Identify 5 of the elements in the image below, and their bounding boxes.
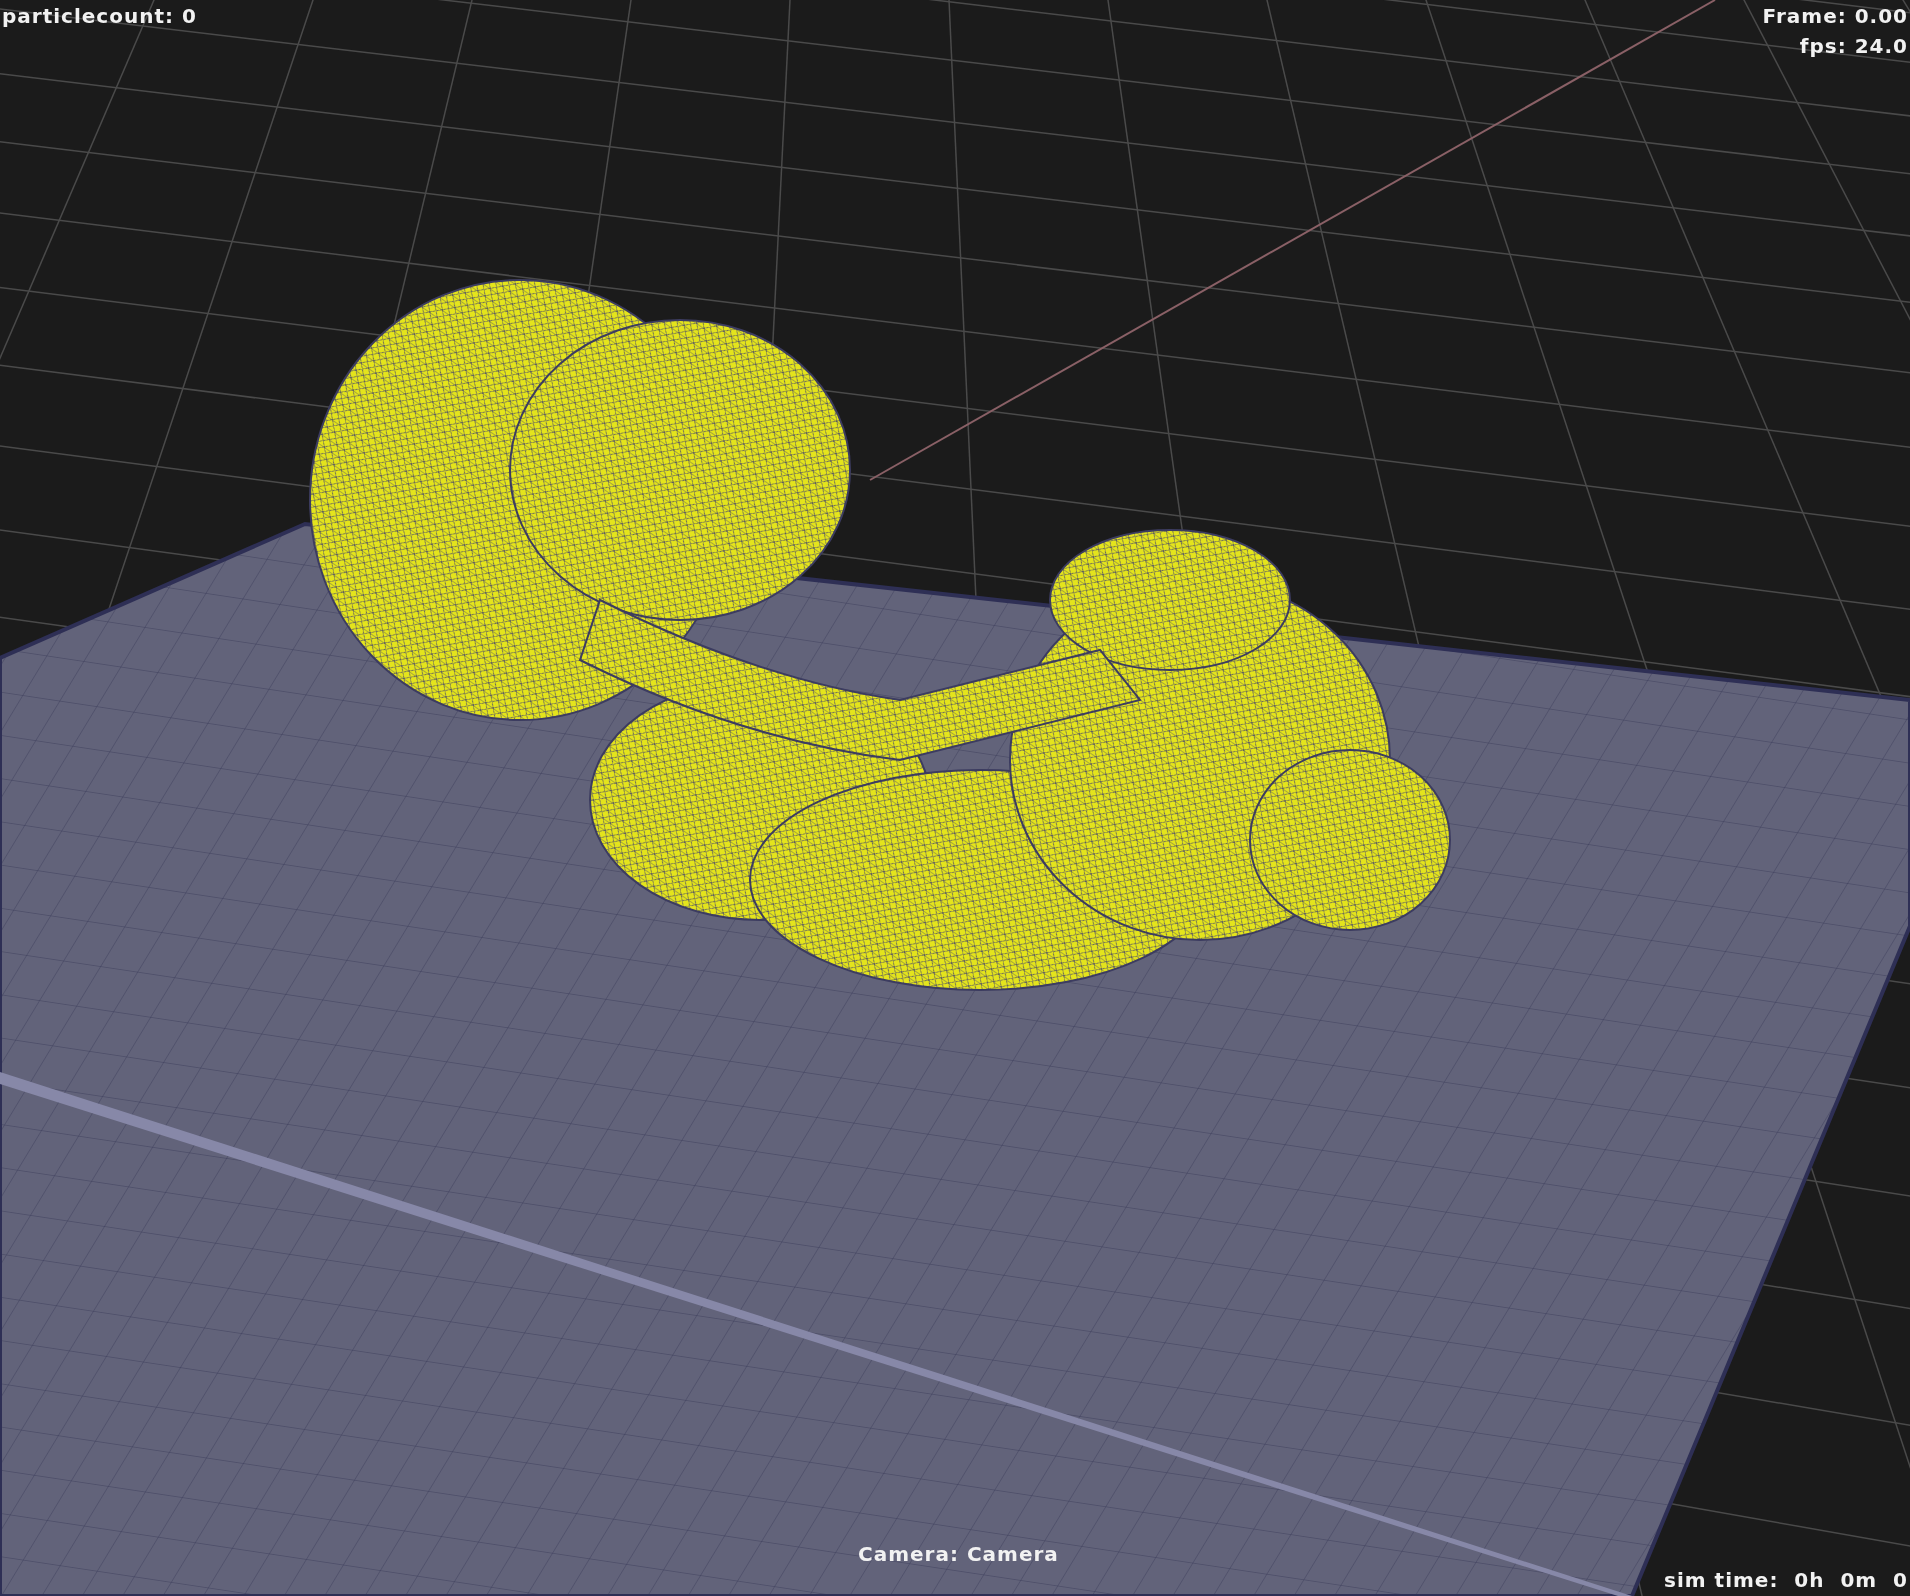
frame-label: Frame: 0.00 xyxy=(1762,4,1908,28)
particle-count-label: particlecount: 0 xyxy=(2,4,197,28)
fps-label: fps: 24.0 xyxy=(1799,34,1908,58)
camera-label: Camera: Camera xyxy=(858,1542,1059,1566)
sim-time-label: sim time: 0h 0m 0 xyxy=(1664,1568,1908,1592)
